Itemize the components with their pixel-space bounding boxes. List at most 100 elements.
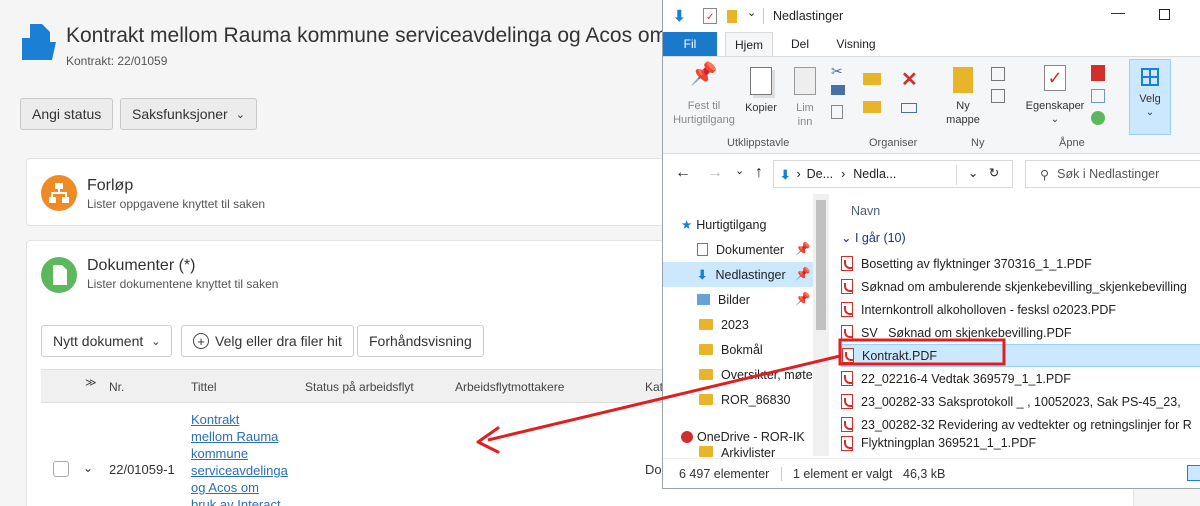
group-label: I går (10) xyxy=(854,231,906,245)
pdf-file-icon xyxy=(841,279,853,294)
file-item[interactable]: 22_02216-4 Vedtak 369579_1_1.PDF xyxy=(841,367,1200,390)
download-arrow-icon[interactable]: ⬇ xyxy=(673,7,686,25)
move-to-icon[interactable] xyxy=(863,73,881,85)
cut-icon[interactable]: ✂ xyxy=(831,63,843,80)
pdf-file-icon xyxy=(841,417,853,432)
file-item[interactable]: 23_00282-32 Revidering av vedtekter og r… xyxy=(841,413,1200,436)
row-checkbox[interactable] xyxy=(53,461,69,477)
copy-button[interactable]: Kopier xyxy=(741,67,781,115)
delete-icon[interactable]: ✕ xyxy=(901,67,918,92)
column-header-name[interactable]: Navn xyxy=(851,204,880,218)
paste-shortcut-icon[interactable] xyxy=(831,105,843,119)
preview-button[interactable]: Forhåndsvisning xyxy=(357,325,484,357)
search-placeholder: Søk i Nedlastinger xyxy=(1057,167,1160,181)
breadcrumb-sep: › xyxy=(841,167,846,181)
tab-file[interactable]: Fil xyxy=(663,32,717,56)
new-folder-button[interactable]: Ny mappe xyxy=(943,67,983,127)
pdf-file-icon xyxy=(842,348,854,363)
col-title[interactable]: Tittel xyxy=(191,380,217,394)
download-arrow-icon: ⬇ xyxy=(697,268,708,282)
tab-home[interactable]: Hjem xyxy=(725,32,773,57)
file-name: SV_ Søknad om skjenkebevilling.PDF xyxy=(861,325,1072,340)
rename-icon[interactable] xyxy=(901,103,917,113)
chevron-down-icon[interactable]: ⌄ xyxy=(83,461,93,475)
new-item-icon[interactable] xyxy=(991,67,1005,81)
up-arrow-icon[interactable]: ↑ xyxy=(755,164,763,182)
choose-files-button[interactable]: + Velg eller dra filer hit xyxy=(181,325,354,357)
properties-button[interactable]: ✓ Egenskaper ⌄ xyxy=(1023,65,1087,127)
choose-files-label: Velg eller dra filer hit xyxy=(215,333,342,349)
folder-icon xyxy=(699,344,713,355)
edit-icon[interactable] xyxy=(1091,89,1105,103)
case-title: Kontrakt mellom Rauma kommune serviceavd… xyxy=(66,24,668,47)
file-item[interactable]: 23_00282-33 Saksprotokoll _ , 10052023, … xyxy=(841,390,1200,413)
nav-item-downloads[interactable]: ⬇ Nedlastinger 📌 xyxy=(663,262,813,287)
col-category[interactable]: Kat xyxy=(645,380,663,394)
nav-item-oversikter[interactable]: Oversikter, møte xyxy=(663,362,813,387)
document-icon xyxy=(697,243,708,256)
chevron-down-icon[interactable]: ⌄ xyxy=(747,6,756,19)
app-root: Kontrakt mellom Rauma kommune serviceavd… xyxy=(0,0,1200,506)
file-item-selected[interactable]: Kontrakt.PDF xyxy=(841,344,1200,367)
case-functions-button[interactable]: Saksfunksjoner ⌄ xyxy=(120,98,257,130)
chevron-down-icon: ⌄ xyxy=(235,108,245,121)
breadcrumb-part2[interactable]: Nedla... xyxy=(853,167,896,181)
file-list: Navn ⌄ I går (10) Bosetting av flyktning… xyxy=(831,194,1200,456)
nav-item-2023[interactable]: 2023 xyxy=(663,312,813,337)
chevron-down-icon[interactable]: ⌄ xyxy=(735,164,744,177)
group-header[interactable]: ⌄ I går (10) xyxy=(841,230,906,245)
col-nr[interactable]: Nr. xyxy=(109,380,124,394)
address-dropdown[interactable]: ⌄ ↻ xyxy=(956,165,1010,185)
col-workflow-status[interactable]: Status på arbeidsflyt xyxy=(305,380,414,394)
pdf-open-icon[interactable] xyxy=(1091,65,1105,81)
paste-button[interactable]: Lim inn xyxy=(785,67,825,129)
minimize-button[interactable]: — xyxy=(1103,4,1133,26)
status-bar: 6 497 elementer 1 element er valgt 46,3 … xyxy=(663,458,1200,488)
forward-arrow-icon[interactable]: → xyxy=(707,164,723,182)
copy-to-icon[interactable] xyxy=(863,101,881,113)
window-title: Nedlastinger xyxy=(773,9,844,23)
breadcrumb-sep: › xyxy=(796,167,801,181)
nav-quick-access[interactable]: ★ Hurtigtilgang xyxy=(681,212,831,237)
nav-scrollbar[interactable] xyxy=(813,194,829,456)
properties-icon[interactable]: ✓ xyxy=(703,8,717,24)
tab-view[interactable]: Visning xyxy=(831,32,881,56)
file-item[interactable]: Internkontroll alkoholloven - fesksl o20… xyxy=(841,298,1200,321)
select-button[interactable]: Velg ⌄ xyxy=(1129,59,1171,135)
back-arrow-icon[interactable]: ← xyxy=(675,164,691,182)
file-item[interactable]: SV_ Søknad om skjenkebevilling.PDF xyxy=(841,321,1200,344)
file-item[interactable]: Flyktningplan 369521_1_1.PDF xyxy=(841,436,1200,456)
breadcrumb-part1[interactable]: De... xyxy=(807,167,833,181)
file-item[interactable]: Bosetting av flyktninger 370316_1_1.PDF xyxy=(841,252,1200,275)
history-icon[interactable] xyxy=(1091,111,1105,125)
nav-item-bokmal[interactable]: Bokmål xyxy=(663,337,813,362)
new-document-button[interactable]: Nytt dokument ⌄ xyxy=(41,325,173,357)
nav-label: Bokmål xyxy=(721,342,763,357)
nav-item-arkivlister[interactable]: Arkivlister xyxy=(663,446,813,458)
address-bar[interactable]: ⬇ › De... › Nedla... ⌄ ↻ xyxy=(773,160,1013,188)
details-view-icon[interactable] xyxy=(1187,465,1200,481)
new-folder-label-2: mappe xyxy=(946,114,980,126)
row-category: Do xyxy=(645,462,662,477)
folder-icon xyxy=(699,369,713,380)
file-item[interactable]: Søknad om ambulerende skjenkebevilling_s… xyxy=(841,275,1200,298)
copy-path-icon[interactable] xyxy=(831,85,845,95)
tab-share[interactable]: Del xyxy=(785,32,815,56)
set-status-button[interactable]: Angi status xyxy=(20,98,114,130)
group-new: Ny xyxy=(971,137,985,149)
pin-quick-access-button[interactable]: 📌 Fest til Hurtigtilgang xyxy=(669,63,739,127)
expand-all-icon[interactable]: ≫ xyxy=(85,376,97,389)
pin-icon: 📌 xyxy=(795,242,811,256)
pin-label-2: Hurtigtilgang xyxy=(673,114,735,126)
copy-label: Kopier xyxy=(745,102,777,114)
folder-icon[interactable] xyxy=(727,10,737,23)
nav-item-ror[interactable]: ROR_86830 xyxy=(663,387,813,412)
nav-item-documents[interactable]: Dokumenter 📌 xyxy=(663,237,813,262)
easy-access-icon[interactable] xyxy=(991,89,1005,103)
maximize-button[interactable] xyxy=(1159,9,1170,20)
search-box[interactable]: ⚲ Søk i Nedlastinger xyxy=(1025,160,1200,188)
nav-item-pictures[interactable]: Bilder 📌 xyxy=(663,287,813,312)
title-line: bruk av Interact xyxy=(191,497,281,506)
col-workflow-recipients[interactable]: Arbeidsflytmottakere xyxy=(455,380,564,394)
row-title-link[interactable]: Kontrakt mellom Rauma kommune serviceavd… xyxy=(191,411,291,506)
